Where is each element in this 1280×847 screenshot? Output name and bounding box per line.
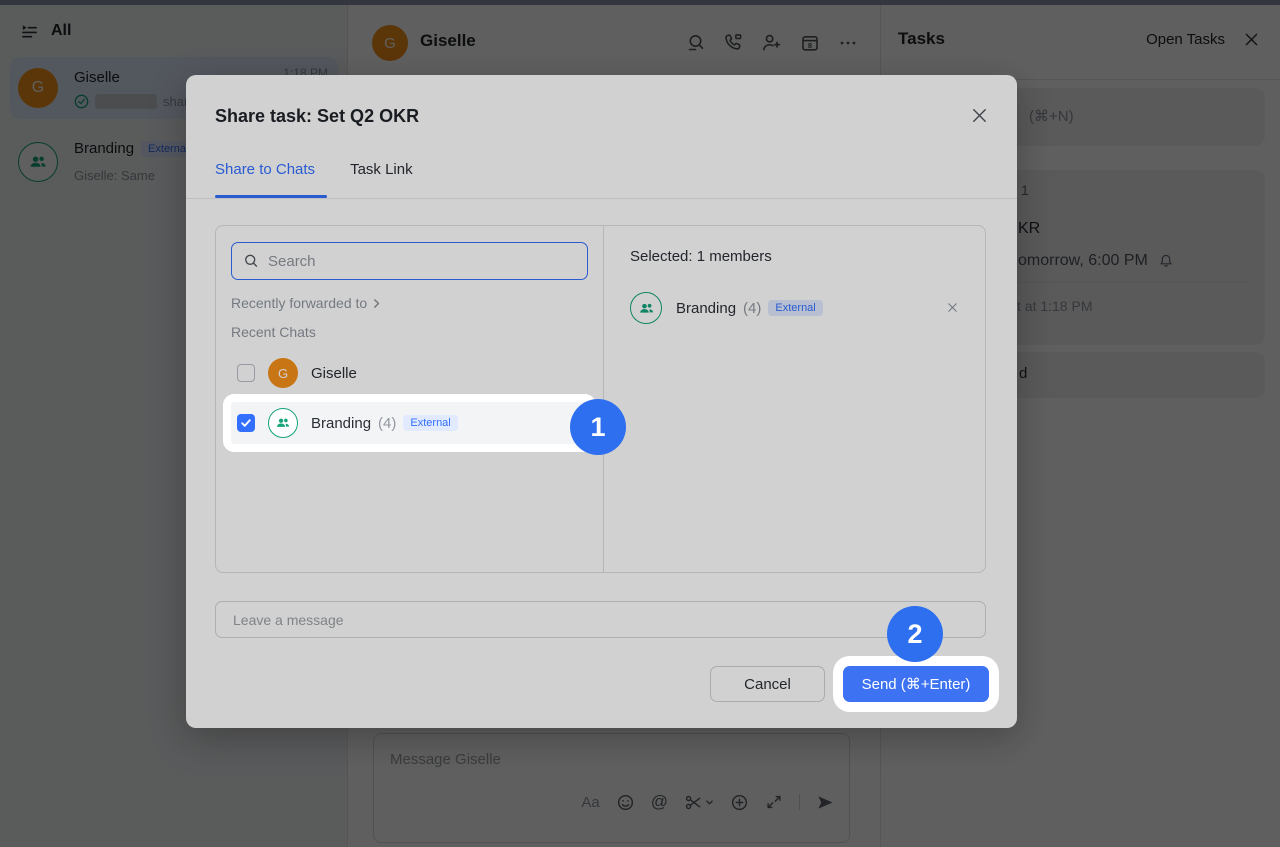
send-button-highlight: Send (⌘+Enter): [843, 666, 989, 702]
group-avatar: [268, 408, 298, 438]
member-count: (4): [378, 414, 397, 432]
checkbox-checked[interactable]: [237, 414, 255, 432]
external-badge: External: [403, 415, 458, 431]
option-name: Branding: [311, 414, 372, 432]
tutorial-dim-overlay: [0, 0, 1280, 847]
step-badge-2: 2: [887, 606, 943, 662]
step-badge-1: 1: [570, 399, 626, 455]
send-button[interactable]: Send (⌘+Enter): [843, 666, 989, 702]
chat-option-branding[interactable]: Branding (4) External: [231, 402, 588, 444]
